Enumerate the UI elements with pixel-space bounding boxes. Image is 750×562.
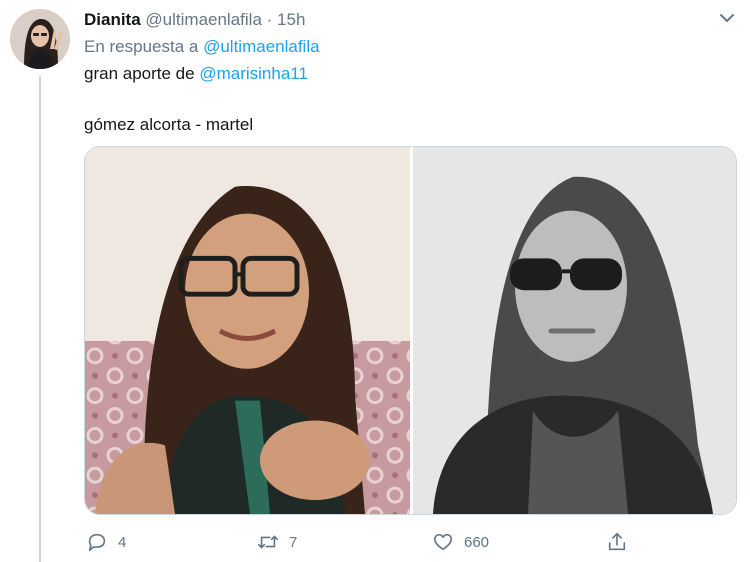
- retweet-count: 7: [289, 533, 298, 551]
- author-name[interactable]: Dianita: [84, 10, 141, 29]
- reply-button[interactable]: 4: [86, 528, 126, 556]
- retweet-icon: [258, 535, 278, 549]
- photo-right[interactable]: [413, 147, 736, 514]
- tweet-text-line-2: gómez alcorta - martel: [84, 115, 254, 134]
- mention-link[interactable]: @marisinha11: [199, 64, 308, 83]
- tweet-time[interactable]: 15h: [277, 10, 305, 29]
- like-button[interactable]: 660: [432, 528, 489, 556]
- reply-icon: [88, 533, 106, 552]
- photo-left[interactable]: [85, 147, 410, 514]
- avatar-image: [10, 9, 70, 69]
- like-icon: [433, 533, 453, 551]
- photo-woman-sunglasses-bw-icon: [413, 147, 736, 514]
- tweet-text-line-1: gran aporte de @marisinha11: [84, 63, 308, 85]
- share-button[interactable]: [606, 528, 628, 556]
- like-count: 660: [464, 533, 490, 551]
- author-handle[interactable]: @ultimaenlafila: [145, 10, 261, 29]
- avatar[interactable]: [10, 9, 70, 69]
- media-grid: [84, 146, 737, 515]
- reply-context: En respuesta a @ultimaenlafila: [84, 36, 320, 58]
- tweet-header: Dianita @ultimaenlafila · 15h: [84, 9, 305, 31]
- reply-prefix: En respuesta a: [84, 37, 199, 56]
- thread-connector-line: [39, 76, 41, 562]
- tweet-actions-bar: 4 7 660: [0, 528, 750, 556]
- share-icon: [608, 532, 626, 551]
- reply-count: 4: [118, 533, 127, 551]
- photo-woman-glasses-color-icon: [85, 147, 410, 514]
- more-options-caret-icon[interactable]: [719, 11, 735, 23]
- reply-handle-link[interactable]: @ultimaenlafila: [203, 37, 319, 56]
- tweet-text-prefix: gran aporte de: [84, 64, 195, 83]
- retweet-button[interactable]: 7: [257, 528, 297, 556]
- separator-dot: ·: [266, 10, 273, 29]
